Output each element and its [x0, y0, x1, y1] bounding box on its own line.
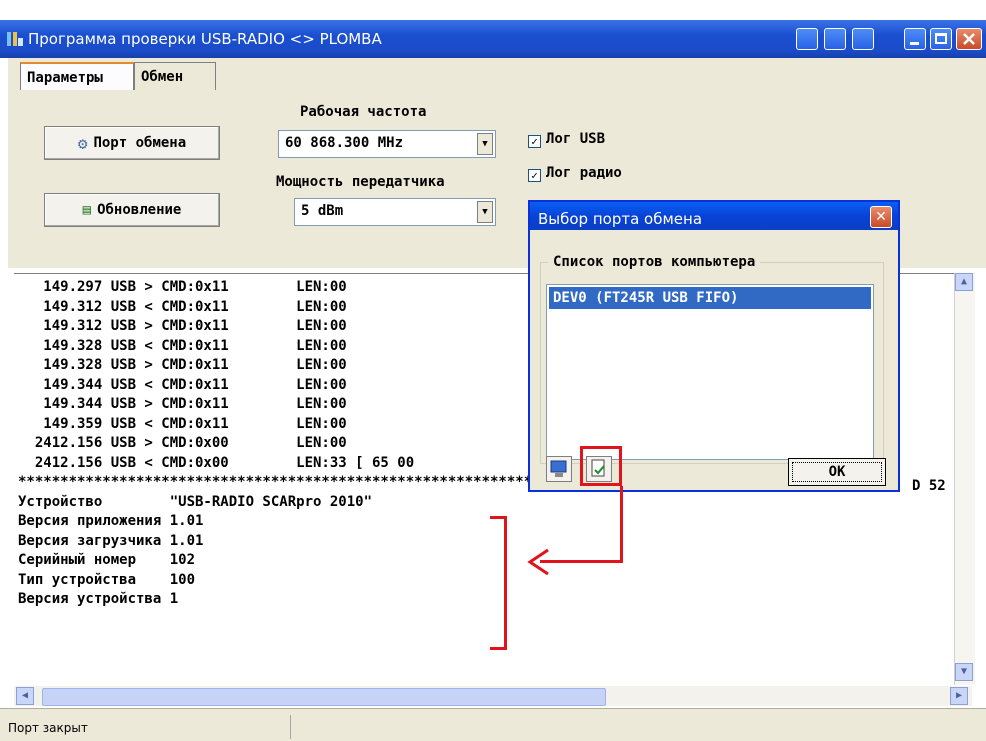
log-line: Версия загрузчика 1.01 — [18, 532, 204, 549]
maximize-button[interactable] — [930, 28, 952, 50]
layout-icon[interactable] — [824, 28, 846, 50]
scroll-up-icon[interactable]: ▲ — [955, 273, 973, 291]
focus-outline — [792, 462, 882, 482]
list-item[interactable]: DEV0 (FT245R USB FIFO) — [549, 287, 871, 309]
log-line: Версия приложения 1.01 — [18, 513, 204, 529]
ok-button[interactable]: OK — [788, 458, 886, 486]
chevron-down-icon[interactable]: ▼ — [477, 201, 493, 223]
freq-value: 60 868.300 MHz — [285, 135, 404, 151]
log-radio-checkbox[interactable]: ✓ — [528, 169, 541, 182]
scroll-thumb[interactable] — [42, 688, 606, 706]
refresh-button[interactable]: ▤ Обновление — [44, 193, 220, 227]
scroll-left-icon[interactable]: ◀ — [16, 687, 34, 705]
log-usb-checkbox[interactable]: ✓ — [528, 135, 541, 148]
minimize-button[interactable] — [904, 28, 926, 50]
vertical-scrollbar[interactable]: ▲ ▼ — [954, 273, 975, 685]
port-button-label: Порт обмена — [93, 135, 187, 151]
tab-parameters[interactable]: Параметры — [20, 62, 134, 90]
log-usb-label: Лог USB — [546, 131, 606, 147]
horizontal-scrollbar[interactable]: ◀ ▶ — [14, 686, 972, 706]
annotation-bracket — [490, 647, 506, 650]
annotation-bracket — [490, 516, 506, 519]
pin-icon[interactable] — [852, 28, 874, 50]
ports-group-label: Список портов компьютера — [548, 254, 761, 270]
grid-icon[interactable] — [796, 28, 818, 50]
power-value: 5 dBm — [301, 203, 344, 219]
log-line: Версия устройства 1 — [18, 591, 179, 607]
status-text: Порт закрыт — [8, 721, 88, 735]
close-button[interactable] — [956, 28, 982, 50]
dialog-title: Выбор порта обмена — [538, 210, 703, 228]
power-label: Мощность передатчика — [276, 174, 445, 190]
freq-label: Рабочая частота — [300, 104, 427, 120]
close-icon: ✕ — [875, 209, 887, 225]
tab-exchange[interactable]: Обмен — [134, 62, 216, 90]
dialog-close-button[interactable]: ✕ — [870, 206, 892, 228]
annotation-highlight-box — [580, 446, 622, 486]
ports-list[interactable]: DEV0 (FT245R USB FIFO) — [546, 284, 874, 460]
log-line: Устройство "USB-RADIO SCARpro 2010" — [18, 493, 373, 510]
status-divider — [290, 715, 291, 739]
annotation-bracket — [504, 516, 507, 650]
dialog-title-bar: Выбор порта обмена ✕ — [530, 202, 898, 230]
port-button[interactable]: ⚙ Порт обмена — [44, 126, 220, 160]
computer-icon[interactable] — [546, 456, 572, 482]
annotation-line — [620, 486, 623, 562]
title-bar: Программа проверки USB-RADIO <> PLOMBA — [0, 20, 986, 58]
log-radio-label: Лог радио — [546, 165, 622, 181]
refresh-button-label: Обновление — [97, 202, 182, 218]
log-line: Тип устройства 100 — [18, 571, 196, 588]
chevron-down-icon[interactable]: ▼ — [477, 133, 493, 155]
freq-select[interactable]: 60 868.300 MHz ▼ — [278, 130, 496, 158]
arrow-left-icon — [527, 548, 549, 576]
app-icon — [6, 30, 24, 48]
scroll-right-icon[interactable]: ▶ — [950, 687, 968, 705]
scroll-down-icon[interactable]: ▼ — [955, 663, 973, 681]
gear-icon: ⚙ — [77, 133, 88, 153]
books-icon: ▤ — [82, 202, 92, 218]
power-select[interactable]: 5 dBm ▼ — [294, 198, 496, 226]
status-bar: Порт закрыт — [0, 708, 986, 741]
window-title: Программа проверки USB-RADIO <> PLOMBA — [28, 30, 382, 48]
